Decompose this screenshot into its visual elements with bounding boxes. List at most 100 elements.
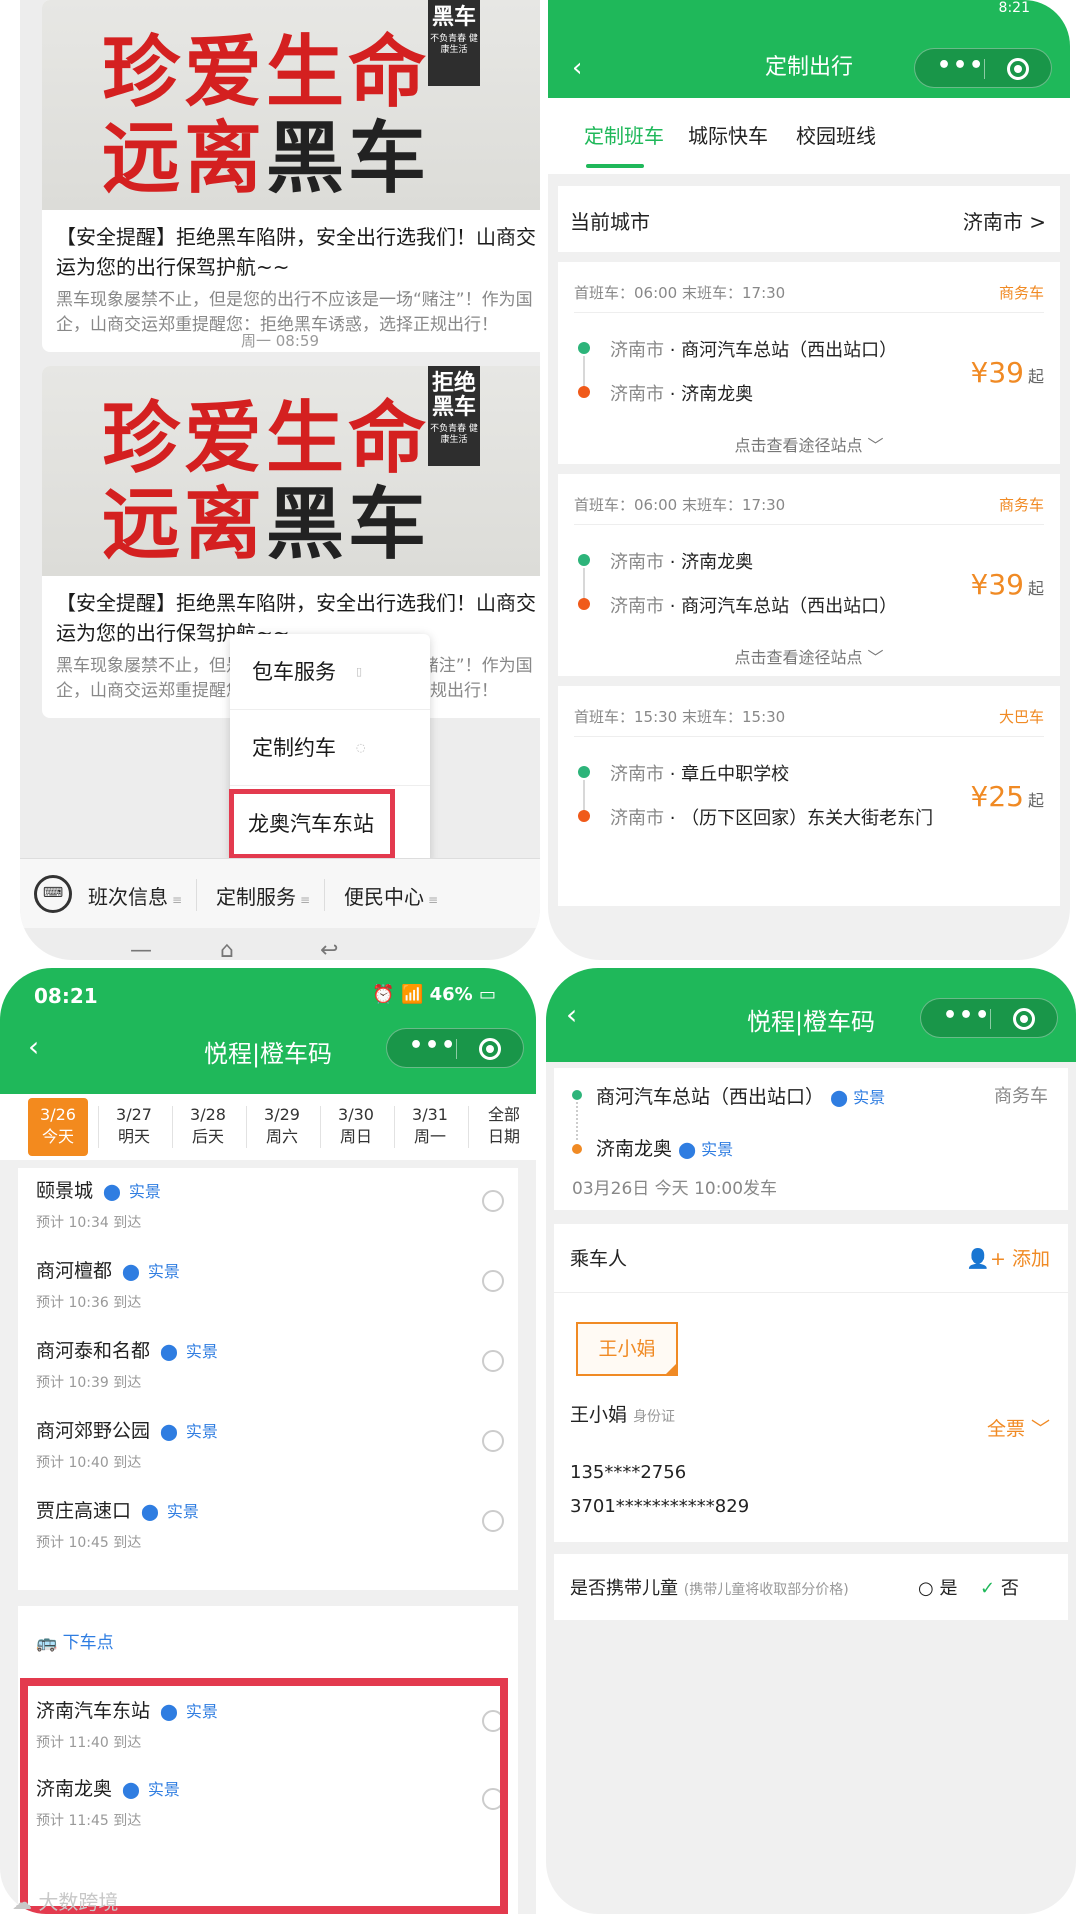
menu-item-charter[interactable]: 包车服务 ▯ [230,634,430,710]
add-passenger-button[interactable]: 👤+ 添加 [966,1244,1050,1271]
radio-button[interactable] [482,1510,504,1532]
doc-icon: ▯ [356,665,363,678]
route-card[interactable]: 首班车：06:00 末班车：17:30 商务车 济南市 · 商河汽车总站（西出站… [558,262,1060,464]
trip-from: 商河汽车总站（西出站口） ⬤ 实景 [596,1086,886,1108]
more-icon[interactable]: ••• [409,1033,457,1058]
article-poster: 珍爱生命 远离黑车 拒绝黑车 不负青春 健康生活 [42,366,540,576]
more-icon[interactable]: ••• [943,1003,991,1028]
end-dot-icon [578,810,590,822]
divider [320,1106,321,1148]
date-tab[interactable]: 3/26 今天 [28,1098,88,1156]
tab-campus[interactable]: 校园班线 [796,120,876,149]
passenger-id: 3701***********829 [570,1496,750,1517]
date-tab[interactable]: 3/29 周六 [252,1098,312,1156]
radio-button[interactable] [482,1430,504,1452]
route-end: 济南市 · 济南龙奥 [610,384,754,405]
passenger-detail: 135****2756 3701***********829 [554,1458,1068,1542]
menu-custom-service[interactable]: 定制服务 ≡ [216,881,310,910]
menu-schedule[interactable]: 班次信息 ≡ [88,881,182,910]
location-pin-icon: ⬤ [141,1502,159,1521]
stop-row[interactable]: 商河檀都 ⬤ 实景 预计 10:36 到达 [18,1248,518,1338]
view-stops-link[interactable]: 点击查看途径站点 ﹀ [558,644,1060,668]
menu-convenience[interactable]: 便民中心 ≡ [344,881,438,910]
article-poster: 珍爱生命 远离黑车 黑车 不负青春 健康生活 [42,0,540,210]
stop-row[interactable]: 颐景城 ⬤ 实景 预计 10:34 到达 [18,1168,518,1258]
divider [98,1106,99,1148]
divider [574,312,1044,313]
date-tabs: 3/26 今天 3/27 明天 3/28 后天 3/29 周六 3/30 周日 3/31 周… [0,1094,536,1160]
route-start: 济南市 · 章丘中职学校 [610,764,790,785]
stop-row[interactable]: 商河郊野公园 ⬤ 实景 预计 10:40 到达 [18,1408,518,1498]
stop-row[interactable]: 贾庄高速口 ⬤ 实景 预计 10:45 到达 [18,1488,518,1578]
close-miniapp-icon[interactable] [479,1038,501,1060]
radio-button[interactable] [482,1350,504,1372]
route-times: 首班车：06:00 末班车：17:30 [574,284,786,302]
route-times: 首班车：06:00 末班车：17:30 [574,496,786,514]
status-time: 08:21 [34,984,98,1008]
route-card[interactable]: 首班车：15:30 末班车：15:30 大巴车 济南市 · 章丘中职学校 济南市… [558,686,1060,906]
stop-row[interactable]: 商河泰和名都 ⬤ 实景 预计 10:39 到达 [18,1328,518,1418]
tab-custom-bus[interactable]: 定制班车 [584,120,664,149]
trip-summary-card: 商河汽车总站（西出站口） ⬤ 实景 商务车 济南龙奥 ⬤ 实景 03月26日 今… [554,1068,1068,1210]
radio-button[interactable] [482,1270,504,1292]
nav-back-icon[interactable]: ↩ [320,938,338,960]
city-selector[interactable]: 当前城市 济南市 > [558,186,1060,252]
divider [456,1039,457,1059]
route-card[interactable]: 首班车：06:00 末班车：17:30 商务车 济南市 · 济南龙奥 济南市 ·… [558,474,1060,676]
dropoff-header: 🚌 下车点 [36,1633,114,1653]
depart-time: 03月26日 今天 10:00发车 [572,1179,778,1199]
divider [324,879,325,911]
chat-timestamp: 周一 08:59 [241,332,319,350]
vehicle-type: 商务车 [998,496,1044,514]
nav-menu-icon[interactable]: — [130,938,152,960]
end-dot-icon [578,598,590,610]
view-stops-link[interactable]: 点击查看途径站点 ﹀ [558,432,1060,456]
date-tab[interactable]: 3/30 周日 [326,1098,386,1156]
custom-travel-panel: 8:21 ‹ 定制出行 ••• 定制班车 城际快车 校园班线 当前城市 济南市 … [548,0,1070,960]
menu-item-longao-station[interactable]: 龙奥汽车东站 [226,786,398,862]
keyboard-icon[interactable]: ⌨ [34,875,72,913]
passenger-chip[interactable]: 王小娟 [576,1322,678,1376]
start-dot-icon [578,342,590,354]
stop-select-panel: 08:21 ⏰ 📶 46% ▭ ‹ 悦程|橙车码 ••• 3/26 今天 3/27… [0,968,536,1914]
divider [196,879,197,911]
miniapp-capsule: ••• [914,48,1052,88]
vehicle-type: 大巴车 [998,708,1044,726]
tab-intercity[interactable]: 城际快车 [688,120,768,149]
child-no-radio[interactable]: ✓ 否 [980,1574,1019,1600]
badge-icon: ◌ [356,741,366,754]
ticket-type-select[interactable]: 全票 ﹀ [987,1414,1050,1441]
radio-button[interactable] [482,1190,504,1212]
location-pin-icon: ⬤ [160,1422,178,1441]
date-tab[interactable]: 3/27 明天 [104,1098,164,1156]
end-dot-icon [572,1144,582,1154]
vehicle-type: 商务车 [998,284,1044,302]
menu-item-custom-car[interactable]: 定制约车 ◌ [230,710,430,786]
child-yes-radio[interactable]: ○ 是 [918,1574,957,1600]
chat-panel: 珍爱生命 远离黑车 黑车 不负青春 健康生活 【安全提醒】拒绝黑车陷阱，安全出行选… [20,0,540,960]
more-icon[interactable]: ••• [937,53,985,78]
location-pin-icon: ⬤ [103,1182,121,1201]
city-label: 当前城市 [570,210,650,234]
article-card[interactable]: 珍爱生命 远离黑车 黑车 不负青春 健康生活 【安全提醒】拒绝黑车陷阱，安全出行选… [42,0,540,352]
top-header: 8:21 ‹ 定制出行 ••• [548,0,1070,98]
divider [468,1106,469,1148]
route-times: 首班车：15:30 末班车：15:30 [574,708,786,726]
date-tab[interactable]: 全部 日期 [474,1098,534,1156]
vehicle-type: 商务车 [994,1086,1048,1107]
highlight-box [20,1678,508,1914]
divider [246,1106,247,1148]
poster-stamp: 黑车 不负青春 健康生活 [428,0,480,86]
date-tab[interactable]: 3/28 后天 [178,1098,238,1156]
nav-home-icon[interactable]: ⌂ [220,938,234,960]
divider [172,1106,173,1148]
passenger-label: 乘车人 [570,1248,628,1270]
close-miniapp-icon[interactable] [1007,58,1029,80]
top-header: ‹ 悦程|橙车码 ••• [546,968,1076,1062]
tab-indicator [586,164,644,168]
route-line [576,1102,578,1140]
date-tab[interactable]: 3/31 周一 [400,1098,460,1156]
divider [984,59,985,79]
close-miniapp-icon[interactable] [1013,1008,1035,1030]
divider [394,1106,395,1148]
